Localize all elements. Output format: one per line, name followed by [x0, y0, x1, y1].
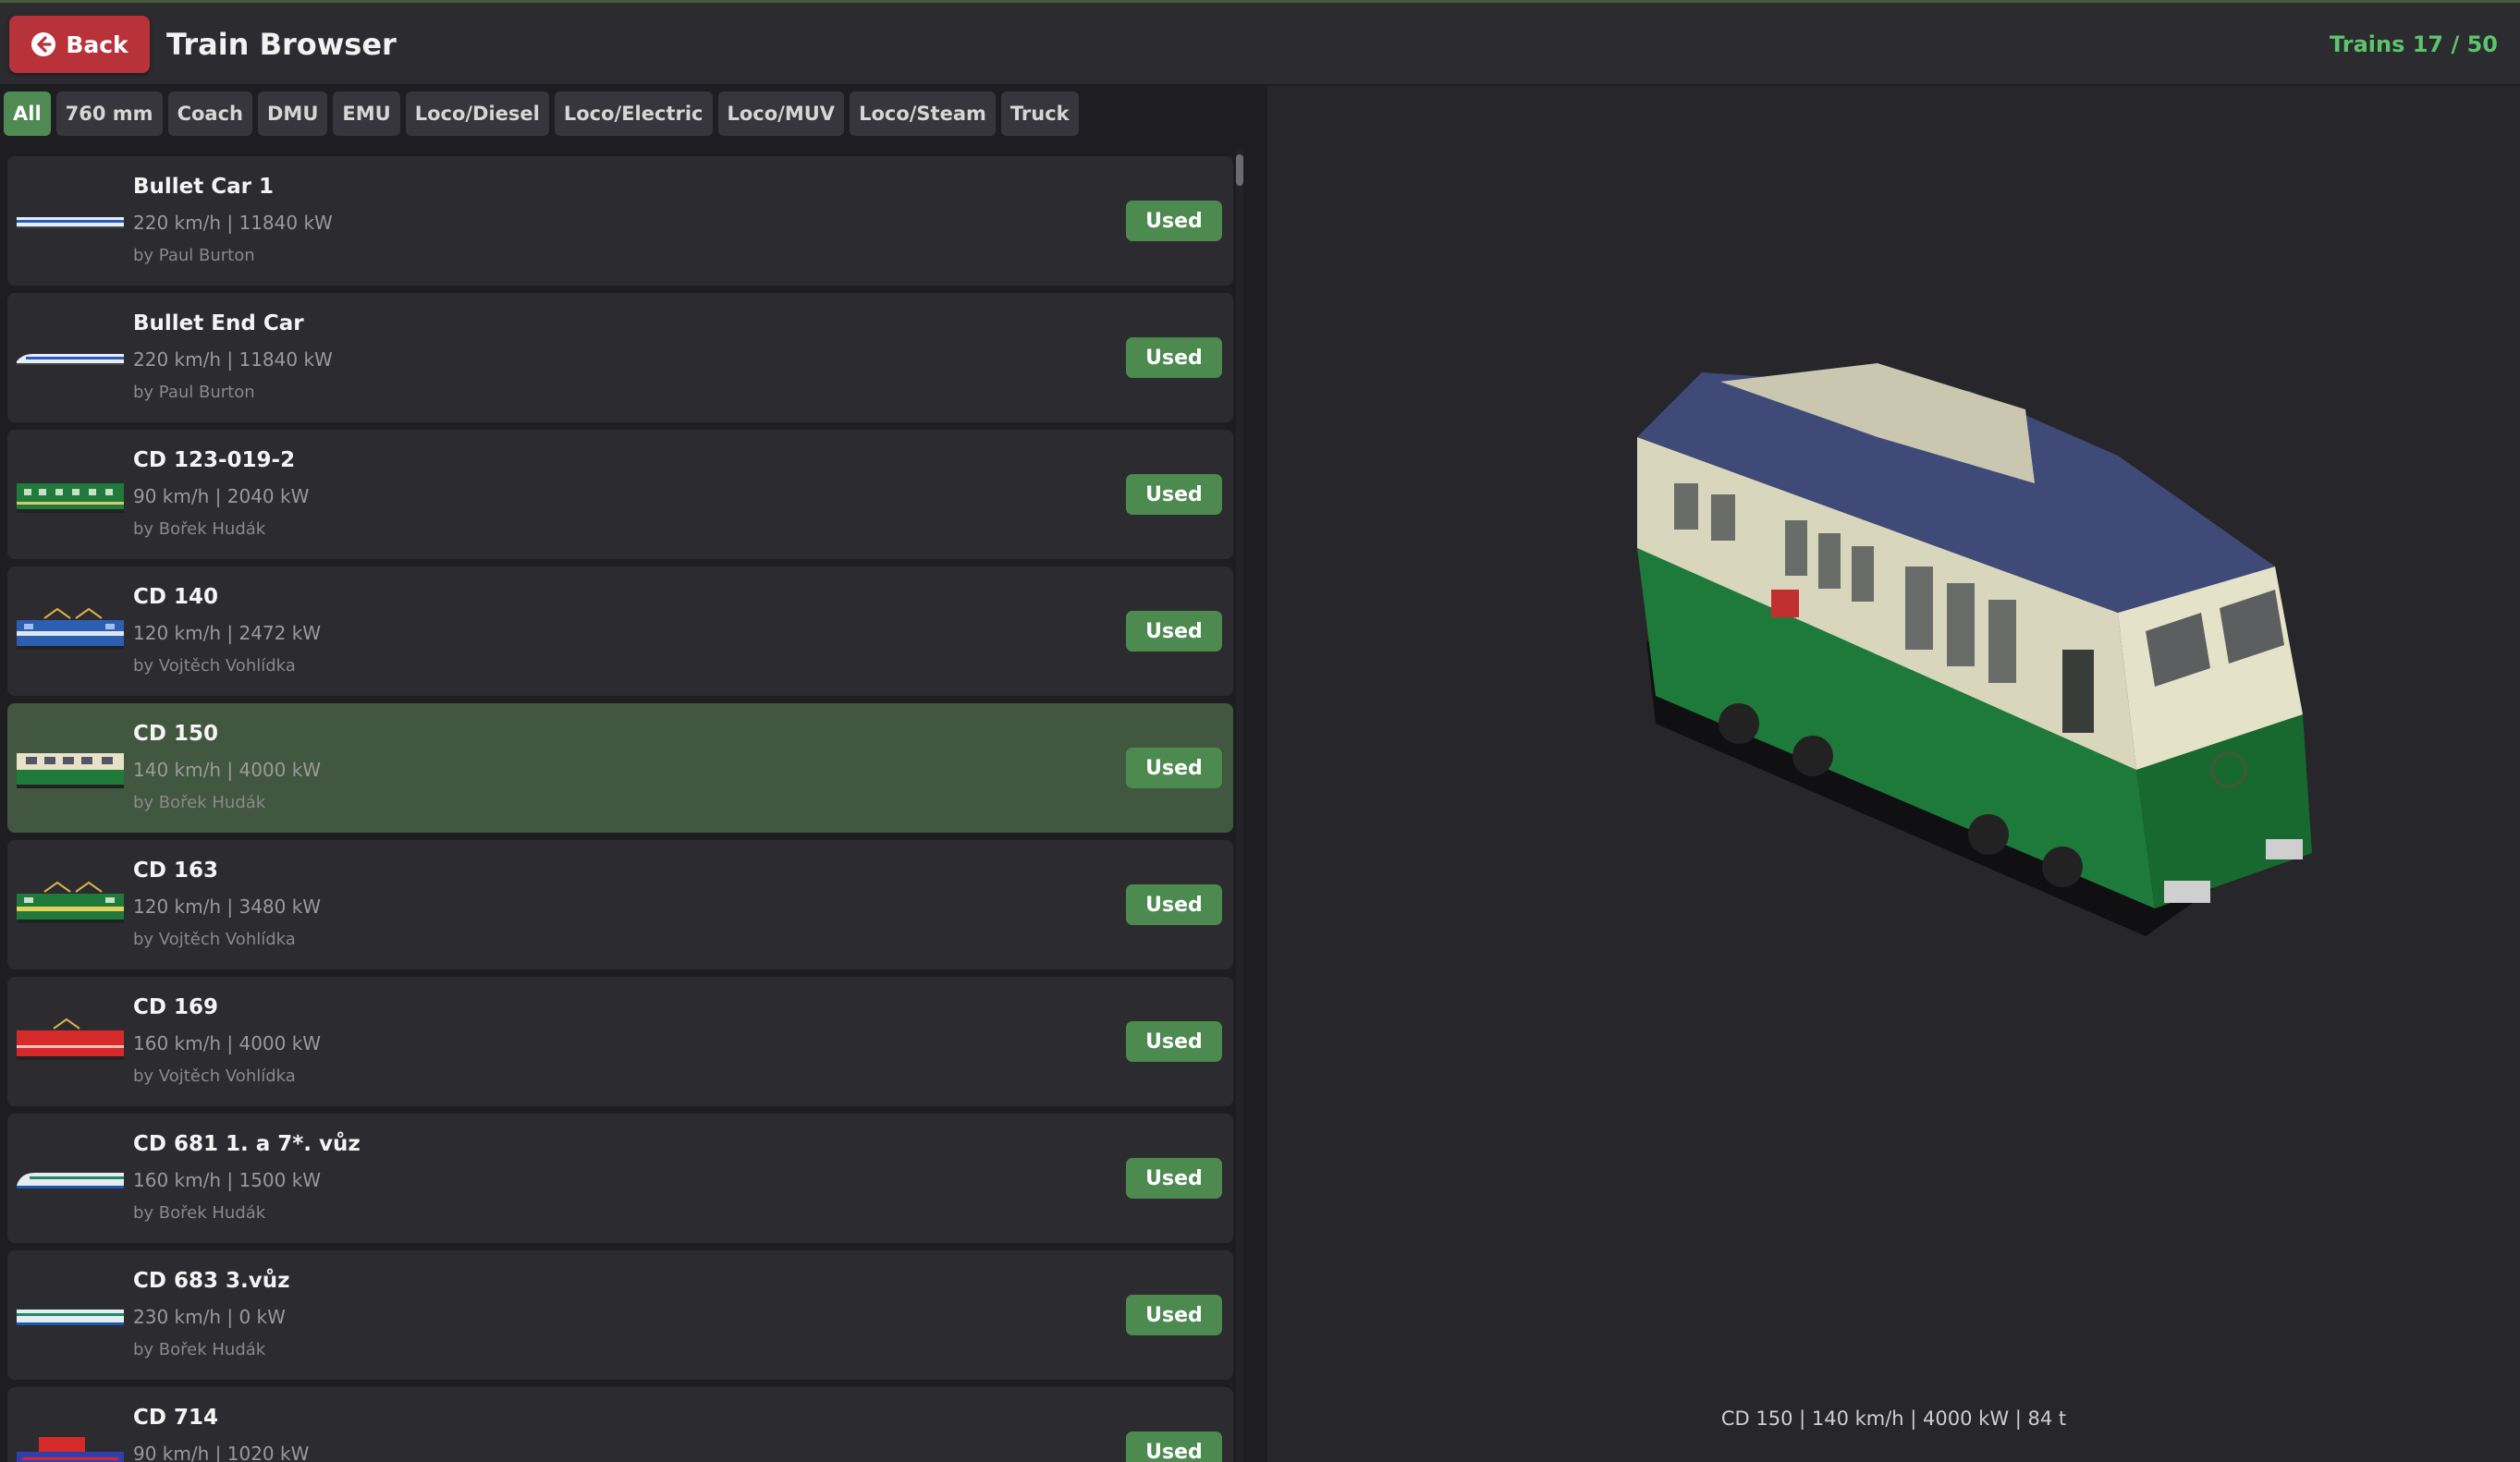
train-thumbnail	[17, 607, 124, 650]
train-author: by Bořek Hudák	[133, 1340, 266, 1359]
used-button[interactable]: Used	[1126, 337, 1222, 378]
train-author: by Paul Burton	[133, 246, 255, 265]
train-row[interactable]: Bullet End Car 220 km/h | 11840 kW by Pa…	[7, 293, 1233, 422]
train-specs: 120 km/h | 3480 kW	[133, 895, 322, 918]
filter-chip-dmu[interactable]: DMU	[258, 91, 328, 136]
arrow-left-icon	[31, 32, 56, 56]
used-button[interactable]: Used	[1126, 611, 1222, 652]
used-button[interactable]: Used	[1126, 201, 1222, 241]
train-count: Trains 17 / 50	[2330, 31, 2498, 57]
train-specs: 160 km/h | 1500 kW	[133, 1169, 322, 1191]
train-author: by Bořek Hudák	[133, 519, 266, 539]
train-thumbnail	[17, 753, 124, 788]
train-thumbnail	[17, 483, 124, 513]
train-author: by Vojtěch Vohlídka	[133, 930, 296, 949]
train-thumbnail	[17, 1173, 124, 1188]
train-row[interactable]: CD 163 120 km/h | 3480 kW by Vojtěch Voh…	[7, 840, 1233, 969]
train-specs: 90 km/h | 1020 kW	[133, 1443, 310, 1462]
train-row[interactable]: CD 681 1. a 7*. vůz 160 km/h | 1500 kW b…	[7, 1114, 1233, 1243]
train-name: CD 683 3.vůz	[133, 1269, 290, 1293]
header-bar: Back Train Browser Trains 17 / 50	[0, 3, 2520, 84]
used-button[interactable]: Used	[1126, 1432, 1222, 1462]
used-button[interactable]: Used	[1126, 474, 1222, 515]
train-row[interactable]: CD 683 3.vůz 230 km/h | 0 kW by Bořek Hu…	[7, 1250, 1233, 1380]
train-list-panel: All 760 mm Coach DMU EMU Loco/Diesel Loc…	[0, 84, 1257, 1462]
train-specs: 90 km/h | 2040 kW	[133, 485, 310, 507]
filter-chip-760mm[interactable]: 760 mm	[55, 91, 163, 136]
used-button[interactable]: Used	[1126, 1158, 1222, 1199]
train-thumbnail	[17, 217, 124, 228]
train-thumbnail	[17, 1437, 124, 1462]
list-scrollbar[interactable]	[1236, 149, 1243, 1462]
train-row-selected[interactable]: CD 150 140 km/h | 4000 kW by Bořek Hudák…	[7, 703, 1233, 833]
filter-chip-loco-steam[interactable]: Loco/Steam	[850, 91, 996, 136]
train-specs: 140 km/h | 4000 kW	[133, 759, 322, 781]
train-name: CD 163	[133, 859, 218, 883]
train-name: Bullet Car 1	[133, 175, 275, 199]
train-specs: 220 km/h | 11840 kW	[133, 348, 333, 371]
used-button[interactable]: Used	[1126, 884, 1222, 925]
used-button[interactable]: Used	[1126, 1021, 1222, 1062]
train-row[interactable]: CD 140 120 km/h | 2472 kW by Vojtěch Voh…	[7, 567, 1233, 696]
train-name: CD 140	[133, 585, 218, 609]
back-label: Back	[66, 30, 128, 58]
train-specs: 160 km/h | 4000 kW	[133, 1032, 322, 1054]
train-author: by Paul Burton	[133, 383, 255, 402]
page-title: Train Browser	[166, 27, 397, 62]
filter-chip-loco-diesel[interactable]: Loco/Diesel	[405, 91, 549, 136]
filter-chip-loco-electric[interactable]: Loco/Electric	[554, 91, 713, 136]
train-name: CD 681 1. a 7*. vůz	[133, 1132, 361, 1156]
back-button[interactable]: Back	[9, 16, 150, 73]
train-author: by Bořek Hudák	[133, 793, 266, 812]
used-button[interactable]: Used	[1126, 1295, 1222, 1335]
train-thumbnail	[17, 1017, 124, 1060]
train-name: CD 714	[133, 1406, 218, 1430]
train-list: Bullet Car 1 220 km/h | 11840 kW by Paul…	[7, 156, 1233, 1462]
train-thumbnail	[17, 881, 124, 923]
train-name: Bullet End Car	[133, 311, 304, 335]
filter-bar: All 760 mm Coach DMU EMU Loco/Diesel Loc…	[4, 91, 1079, 136]
train-author: by Vojtěch Vohlídka	[133, 1066, 296, 1086]
train-name: CD 150	[133, 722, 218, 746]
filter-chip-loco-muv[interactable]: Loco/MUV	[717, 91, 845, 136]
train-author: by Bořek Hudák	[133, 1203, 266, 1223]
filter-chip-coach[interactable]: Coach	[167, 91, 252, 136]
train-specs: 120 km/h | 2472 kW	[133, 622, 322, 644]
train-specs: 220 km/h | 11840 kW	[133, 212, 333, 234]
train-row[interactable]: CD 123-019-2 90 km/h | 2040 kW by Bořek …	[7, 430, 1233, 559]
train-3d-preview[interactable]: CD 150 | 140 km/h | 4000 kW | 84 t	[1267, 86, 2520, 1462]
train-thumbnail	[17, 354, 124, 365]
preview-caption: CD 150 | 140 km/h | 4000 kW | 84 t	[1720, 1407, 2067, 1430]
filter-chip-truck[interactable]: Truck	[1000, 91, 1079, 136]
train-author: by Vojtěch Vohlídka	[133, 656, 296, 676]
train-thumbnail	[17, 1310, 124, 1325]
filter-chip-emu[interactable]: EMU	[333, 91, 400, 136]
used-button[interactable]: Used	[1126, 748, 1222, 788]
train-row[interactable]: CD 714 90 km/h | 1020 kW Used	[7, 1387, 1233, 1462]
train-row[interactable]: CD 169 160 km/h | 4000 kW by Vojtěch Voh…	[7, 977, 1233, 1106]
train-name: CD 169	[133, 995, 218, 1019]
scrollbar-thumb[interactable]	[1236, 154, 1243, 186]
locomotive-model-render	[1637, 363, 2312, 936]
train-specs: 230 km/h | 0 kW	[133, 1306, 286, 1328]
train-row[interactable]: Bullet Car 1 220 km/h | 11840 kW by Paul…	[7, 156, 1233, 286]
filter-chip-all[interactable]: All	[4, 91, 51, 136]
train-name: CD 123-019-2	[133, 448, 296, 472]
